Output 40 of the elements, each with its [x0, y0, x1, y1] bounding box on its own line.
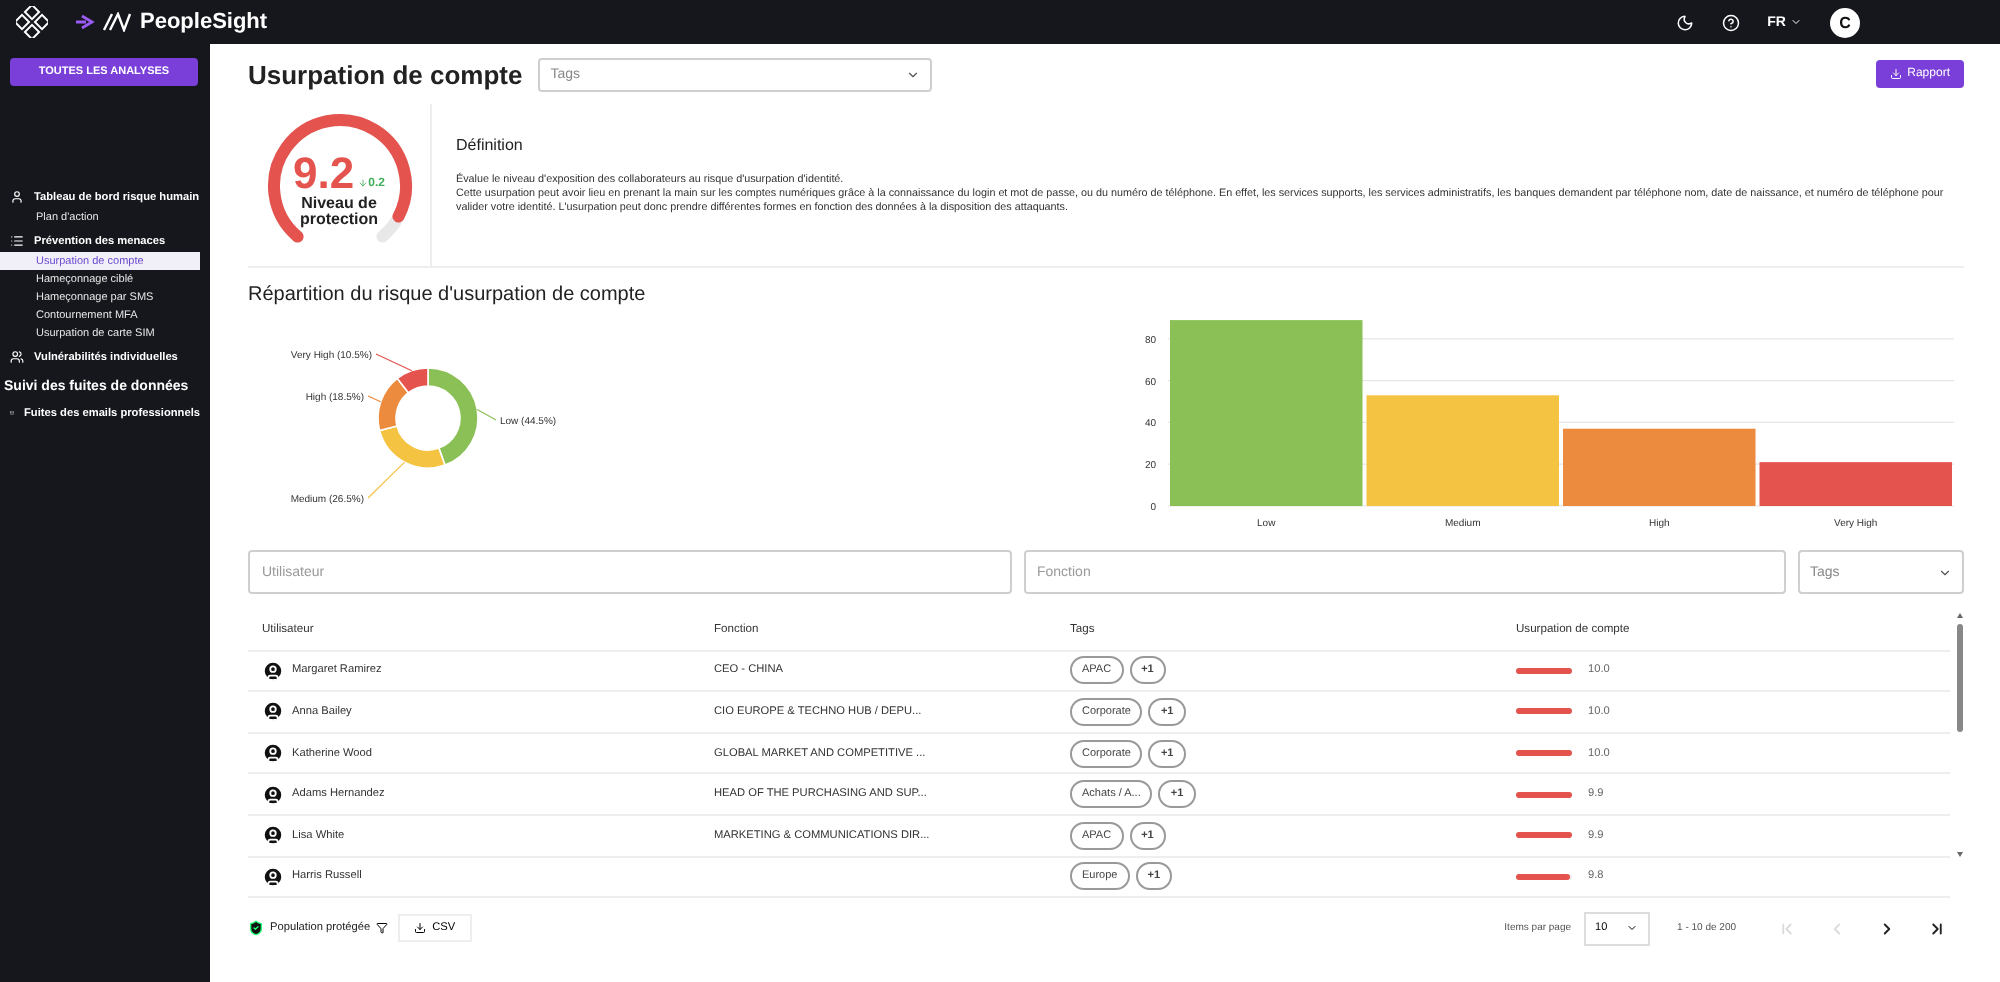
user-avatar-icon: [262, 865, 284, 888]
score-bar: [1516, 667, 1572, 674]
logo-icon: [16, 6, 48, 38]
list-icon: [10, 234, 24, 248]
leader-line: [375, 353, 413, 372]
caret-icon: [1625, 922, 1638, 934]
page-title: Usurpation de compte: [248, 59, 523, 89]
help-icon[interactable]: [1721, 13, 1740, 31]
download-icon: [414, 922, 427, 934]
user-avatar-icon: [262, 742, 284, 765]
caret-icon: [1938, 565, 1952, 579]
score-bar: [1516, 873, 1572, 880]
shield-icon: [248, 920, 264, 936]
user-avatar-icon: [262, 783, 284, 806]
protection-score: 9.2: [293, 151, 355, 195]
user-avatar-icon: [262, 824, 284, 847]
gauge-label: Niveau de protection: [297, 195, 381, 227]
leader-line: [476, 408, 497, 421]
brand-mark-icon: [76, 12, 132, 32]
leader-line: [367, 461, 406, 499]
definition-title: Définition: [456, 136, 525, 154]
filter-icon[interactable]: [376, 922, 389, 934]
arrow-down-icon: [358, 178, 369, 188]
user-avatar[interactable]: C: [1830, 7, 1860, 37]
score-bar: [1516, 750, 1572, 757]
download-icon: [1889, 68, 1902, 80]
score-bar: [1516, 832, 1572, 839]
brand-name: PeopleSight: [140, 10, 268, 34]
user-avatar-icon: [262, 700, 284, 723]
scrollbar[interactable]: [1956, 610, 1964, 860]
score-bar: [1516, 791, 1572, 798]
section-title: Répartition du risque d'usurpation de compte: [248, 284, 648, 306]
people-icon: [10, 350, 24, 364]
person-icon: [10, 190, 24, 204]
caret-icon: [1790, 16, 1802, 28]
moon-icon[interactable]: [1675, 13, 1694, 31]
score-bar: [1516, 708, 1572, 715]
caret-icon: [906, 67, 921, 81]
leader-line: [367, 395, 382, 403]
user-avatar-icon: [262, 659, 284, 682]
